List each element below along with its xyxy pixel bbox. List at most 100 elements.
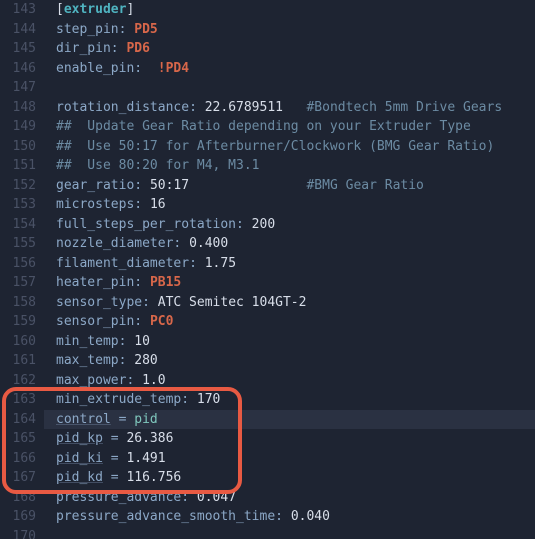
code-token: 50:17 (150, 178, 189, 193)
code-line[interactable]: pid_ki = 1.491 (44, 449, 535, 469)
code-line[interactable]: ## Use 50:17 for Afterburner/Clockwork (… (44, 137, 535, 157)
code-token: #BMG Gear Ratio (306, 178, 423, 193)
code-token: 0.040 (291, 509, 330, 524)
code-token: : (236, 217, 252, 232)
code-token: 116.756 (126, 470, 181, 485)
line-number: 168 (0, 488, 36, 508)
code-line[interactable]: ## Update Gear Ratio depending on your E… (44, 117, 535, 137)
code-token: heater_pin (56, 275, 134, 290)
code-line[interactable]: min_temp: 10 (44, 332, 535, 352)
code-token: #Bondtech 5mm Drive Gears (306, 100, 502, 115)
line-number: 156 (0, 254, 36, 274)
code-token: extruder (64, 2, 127, 17)
code-token: = (103, 451, 126, 466)
code-line[interactable]: max_temp: 280 (44, 351, 535, 371)
code-line[interactable]: pressure_advance: 0.047 (44, 488, 535, 508)
code-token: 280 (134, 353, 157, 368)
line-number: 170 (0, 527, 36, 539)
code-token: rotation_distance (56, 100, 189, 115)
code-token: ## Use 80:20 for M4, M3.1 (56, 158, 260, 173)
line-number: 155 (0, 234, 36, 254)
code-token: 0.047 (197, 490, 236, 505)
code-token: PD6 (126, 41, 149, 56)
code-token: : (134, 275, 150, 290)
code-token: = (111, 412, 134, 427)
code-area[interactable]: [extruder]step_pin: PD5dir_pin: PD6enabl… (44, 0, 535, 539)
code-token: 16 (150, 197, 166, 212)
code-line[interactable]: pressure_advance_smooth_time: 0.040 (44, 507, 535, 527)
code-line[interactable] (44, 527, 535, 539)
code-line[interactable]: dir_pin: PD6 (44, 39, 535, 59)
code-token: : (126, 373, 142, 388)
code-line[interactable]: rotation_distance: 22.6789511 #Bondtech … (44, 98, 535, 118)
code-token: pressure_advance_smooth_time (56, 509, 275, 524)
line-number-gutter: 1431441451461471481491501511521531541551… (0, 0, 44, 539)
code-token: : (119, 353, 135, 368)
code-token: PD5 (134, 22, 157, 37)
code-line[interactable]: min_extrude_temp: 170 (44, 390, 535, 410)
code-token: 0.400 (189, 236, 228, 251)
line-number: 149 (0, 117, 36, 137)
code-token: ATC Semitec 104GT-2 (158, 295, 307, 310)
code-line[interactable]: filament_diameter: 1.75 (44, 254, 535, 274)
line-number: 163 (0, 390, 36, 410)
code-token: 1.0 (142, 373, 165, 388)
code-token: nozzle_diameter (56, 236, 173, 251)
code-token: dir_pin (56, 41, 111, 56)
code-token (283, 100, 306, 115)
code-line[interactable]: pid_kp = 26.386 (44, 429, 535, 449)
code-line[interactable]: pid_kd = 116.756 (44, 468, 535, 488)
line-number: 160 (0, 332, 36, 352)
code-token: 26.386 (126, 431, 173, 446)
code-token: ## Update Gear Ratio depending on your E… (56, 119, 471, 134)
code-line[interactable]: ## Use 80:20 for M4, M3.1 (44, 156, 535, 176)
code-line[interactable]: sensor_pin: PC0 (44, 312, 535, 332)
line-number: 161 (0, 351, 36, 371)
code-token: sensor_pin (56, 314, 134, 329)
code-token: 170 (197, 392, 220, 407)
code-token: min_extrude_temp (56, 392, 181, 407)
code-token: sensor_type (56, 295, 142, 310)
code-line[interactable]: nozzle_diameter: 0.400 (44, 234, 535, 254)
code-token: : (134, 178, 150, 193)
code-token: 1.491 (126, 451, 165, 466)
code-token: : (119, 334, 135, 349)
code-line[interactable]: heater_pin: PB15 (44, 273, 535, 293)
code-token: pid_ki (56, 451, 103, 466)
code-line[interactable]: control = pid (44, 410, 535, 430)
code-line[interactable]: gear_ratio: 50:17 #BMG Gear Ratio (44, 176, 535, 196)
code-line[interactable] (44, 78, 535, 98)
code-token: : (134, 61, 150, 76)
code-token: : (181, 392, 197, 407)
code-token: pid_kd (56, 470, 103, 485)
code-token: : (134, 314, 150, 329)
code-token: !PD4 (158, 61, 189, 76)
code-token: : (134, 197, 150, 212)
code-token: ## Use 50:17 for Afterburner/Clockwork (… (56, 139, 494, 154)
code-token: = (103, 431, 126, 446)
line-number: 165 (0, 429, 36, 449)
line-number: 158 (0, 293, 36, 313)
code-line[interactable]: microsteps: 16 (44, 195, 535, 215)
code-token: = (103, 470, 126, 485)
line-number: 157 (0, 273, 36, 293)
code-line[interactable]: sensor_type: ATC Semitec 104GT-2 (44, 293, 535, 313)
code-token: 1.75 (205, 256, 236, 271)
code-token: : (181, 490, 197, 505)
code-token: 200 (252, 217, 275, 232)
code-line[interactable]: max_power: 1.0 (44, 371, 535, 391)
line-number: 166 (0, 449, 36, 469)
code-token: control (56, 412, 111, 427)
line-number: 147 (0, 78, 36, 98)
code-line[interactable]: step_pin: PD5 (44, 20, 535, 40)
code-token: step_pin (56, 22, 119, 37)
code-line[interactable]: [extruder] (44, 0, 535, 20)
code-line[interactable]: enable_pin: !PD4 (44, 59, 535, 79)
code-token: : (189, 100, 205, 115)
code-line[interactable]: full_steps_per_rotation: 200 (44, 215, 535, 235)
code-token: 22.6789511 (205, 100, 283, 115)
code-token: : (275, 509, 291, 524)
code-editor[interactable]: 1431441451461471481491501511521531541551… (0, 0, 535, 539)
line-number: 169 (0, 507, 36, 527)
line-number: 153 (0, 195, 36, 215)
